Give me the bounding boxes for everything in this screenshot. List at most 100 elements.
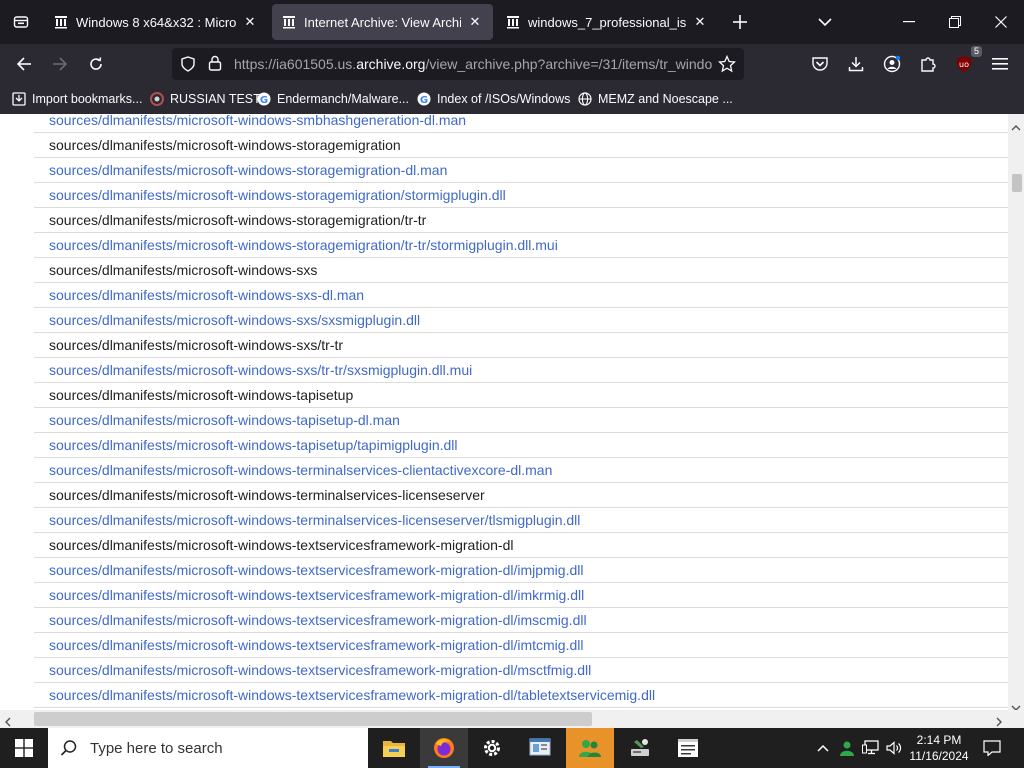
- start-button[interactable]: [0, 728, 48, 768]
- volume-icon[interactable]: [884, 728, 904, 768]
- list-item: sources/dlmanifests/microsoft-windows-sx…: [34, 333, 1008, 358]
- archive-icon: [283, 16, 295, 29]
- search-icon: [60, 740, 77, 756]
- list-item: sources/dlmanifests/microsoft-windows-sx…: [34, 258, 1008, 283]
- taskbar-clock[interactable]: 2:14 PM 11/16/2024: [904, 732, 974, 764]
- menu-icon[interactable]: [986, 50, 1014, 78]
- close-tab-icon[interactable]: ✕: [242, 14, 258, 30]
- url-text[interactable]: https://ia601505.us.archive.org/view_arc…: [234, 56, 712, 72]
- close-tab-icon[interactable]: ✕: [692, 14, 708, 30]
- bookmark-label: Endermanch/Malware...: [277, 92, 410, 106]
- bookmark-endermanch[interactable]: G Endermanch/Malware...: [257, 90, 409, 108]
- user-tray-icon[interactable]: [836, 728, 858, 768]
- list-item[interactable]: sources/dlmanifests/microsoft-windows-ta…: [34, 408, 1008, 433]
- google-icon: G: [417, 92, 431, 106]
- pocket-icon[interactable]: [806, 50, 834, 78]
- tab-windows-8[interactable]: Windows 8 x64&x32 : Microsoft ✕: [44, 4, 268, 40]
- close-tab-icon[interactable]: ✕: [467, 14, 483, 30]
- restore-icon[interactable]: [932, 0, 978, 44]
- navigation-toolbar: https://ia601505.us.archive.org/view_arc…: [0, 44, 1024, 84]
- new-tab-icon[interactable]: [728, 10, 752, 34]
- archive-file-list: sources/dlmanifests/microsoft-windows-sm…: [0, 114, 1008, 710]
- bookmark-import[interactable]: Import bookmarks...: [12, 90, 142, 108]
- url-prefix: https://ia601505.us.: [234, 56, 357, 72]
- list-item[interactable]: sources/dlmanifests/microsoft-windows-te…: [34, 608, 1008, 633]
- scroll-up-icon[interactable]: [1011, 118, 1021, 136]
- show-hidden-icons-chevron-icon[interactable]: [812, 728, 834, 768]
- tab-title: Windows 8 x64&x32 : Microsoft: [76, 14, 236, 30]
- bookmarks-toolbar: Import bookmarks... RUSSIAN TEST G Ender…: [0, 84, 1024, 114]
- url-domain: archive.org: [356, 56, 426, 72]
- file-explorer-icon[interactable]: [370, 728, 418, 768]
- bookmark-russian-test[interactable]: RUSSIAN TEST: [150, 90, 261, 108]
- list-item[interactable]: sources/dlmanifests/microsoft-windows-sm…: [34, 114, 1008, 133]
- network-icon[interactable]: [860, 728, 882, 768]
- vertical-scroll-thumb[interactable]: [1012, 174, 1022, 192]
- close-window-icon[interactable]: [978, 0, 1024, 44]
- taskbar-search-box[interactable]: Type here to search: [48, 728, 368, 768]
- bookmark-star-icon[interactable]: [717, 54, 737, 78]
- list-item[interactable]: sources/dlmanifests/microsoft-windows-st…: [34, 183, 1008, 208]
- address-bar[interactable]: https://ia601505.us.archive.org/view_arc…: [172, 48, 744, 80]
- tracking-protection-icon[interactable]: [180, 56, 196, 77]
- bookmark-index-isos[interactable]: G Index of /ISOs/Windows: [417, 90, 570, 108]
- list-item: sources/dlmanifests/microsoft-windows-te…: [34, 533, 1008, 558]
- archive-icon: [55, 16, 67, 29]
- url-path: /view_archive.php?archive=/31/items/tr_w…: [425, 56, 712, 72]
- svg-text:uo: uo: [959, 60, 969, 69]
- list-item[interactable]: sources/dlmanifests/microsoft-windows-te…: [34, 458, 1008, 483]
- tab-bar: Windows 8 x64&x32 : Microsoft ✕ Internet…: [0, 0, 1024, 44]
- bookmark-label: Import bookmarks...: [32, 92, 143, 106]
- clock-date: 11/16/2024: [909, 749, 969, 763]
- list-item[interactable]: sources/dlmanifests/microsoft-windows-te…: [34, 633, 1008, 658]
- control-panel-icon[interactable]: [516, 728, 564, 768]
- list-item[interactable]: sources/dlmanifests/microsoft-windows-st…: [34, 233, 1008, 258]
- lock-icon[interactable]: [208, 55, 222, 76]
- horizontal-scroll-thumb[interactable]: [34, 712, 592, 726]
- list-item[interactable]: sources/dlmanifests/microsoft-windows-sx…: [34, 283, 1008, 308]
- search-placeholder: Type here to search: [90, 739, 223, 757]
- account-icon[interactable]: [878, 50, 906, 78]
- tab-title: Internet Archive: View Archive: [304, 14, 461, 30]
- vertical-scrollbar[interactable]: [1008, 114, 1024, 711]
- downloads-icon[interactable]: [842, 50, 870, 78]
- bookmark-label: MEMZ and Noescape ...: [598, 92, 733, 106]
- notepad-icon[interactable]: [664, 728, 712, 768]
- list-item[interactable]: sources/dlmanifests/microsoft-windows-st…: [34, 158, 1008, 183]
- list-item[interactable]: sources/dlmanifests/microsoft-windows-te…: [34, 683, 1008, 708]
- settings-gear-icon[interactable]: [468, 728, 516, 768]
- ublock-origin-icon[interactable]: uo 5: [950, 46, 982, 78]
- disk-management-icon[interactable]: [616, 728, 664, 768]
- list-item[interactable]: sources/dlmanifests/microsoft-windows-te…: [34, 558, 1008, 583]
- svg-text:G: G: [260, 95, 268, 106]
- bookmark-memz[interactable]: MEMZ and Noescape ...: [578, 90, 733, 108]
- list-item: sources/dlmanifests/microsoft-windows-st…: [34, 133, 1008, 158]
- extension-badge: 5: [970, 46, 982, 57]
- list-item[interactable]: sources/dlmanifests/microsoft-windows-ta…: [34, 433, 1008, 458]
- google-icon: G: [257, 92, 271, 106]
- windows-logo-icon: [15, 739, 33, 757]
- list-item[interactable]: sources/dlmanifests/microsoft-windows-sx…: [34, 358, 1008, 383]
- tab-windows-7[interactable]: windows_7_professional_iso dire ✕: [496, 4, 718, 40]
- notifications-icon[interactable]: [978, 728, 1006, 768]
- list-all-tabs-icon[interactable]: [802, 0, 848, 44]
- svg-text:G: G: [420, 95, 428, 106]
- horizontal-scrollbar[interactable]: [0, 710, 1024, 728]
- back-icon[interactable]: [10, 50, 38, 78]
- list-item[interactable]: sources/dlmanifests/microsoft-windows-te…: [34, 658, 1008, 683]
- list-item[interactable]: sources/dlmanifests/microsoft-windows-sx…: [34, 308, 1008, 333]
- clock-time: 2:14 PM: [916, 733, 962, 747]
- extensions-icon[interactable]: [914, 50, 942, 78]
- forward-icon[interactable]: [46, 50, 74, 78]
- reload-icon[interactable]: [82, 50, 110, 78]
- site-icon: [150, 92, 164, 106]
- list-item[interactable]: sources/dlmanifests/microsoft-windows-te…: [34, 508, 1008, 533]
- globe-icon: [578, 92, 592, 106]
- tab-internet-archive[interactable]: Internet Archive: View Archive ✕: [272, 4, 493, 40]
- firefox-taskbar-icon[interactable]: [420, 728, 468, 768]
- users-app-icon[interactable]: [566, 728, 614, 768]
- firefox-view-icon[interactable]: [8, 8, 34, 36]
- minimize-icon[interactable]: [886, 0, 932, 44]
- list-item: sources/dlmanifests/microsoft-windows-ta…: [34, 383, 1008, 408]
- list-item[interactable]: sources/dlmanifests/microsoft-windows-te…: [34, 583, 1008, 608]
